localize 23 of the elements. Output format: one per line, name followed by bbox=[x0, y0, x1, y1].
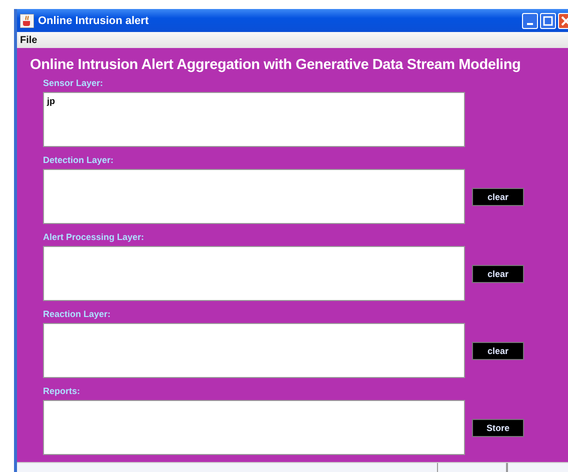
field-label: Sensor Layer: bbox=[43, 78, 104, 89]
text-area[interactable]: jp bbox=[43, 92, 465, 147]
minimize-icon bbox=[527, 22, 533, 24]
field-label: Detection Layer: bbox=[43, 155, 115, 166]
minimize-button[interactable] bbox=[522, 12, 538, 28]
action-button[interactable]: Store bbox=[472, 418, 524, 436]
action-button[interactable]: clear bbox=[472, 342, 524, 360]
text-area[interactable] bbox=[43, 400, 465, 455]
window-title: Online Intrusion alert bbox=[38, 14, 149, 26]
action-button[interactable]: clear bbox=[472, 188, 524, 206]
coffee-cup-icon bbox=[20, 14, 34, 28]
heading: Online Intrusion Alert Aggregation with Generative Data Stream Modeling bbox=[30, 56, 522, 74]
field-label: Reaction Layer: bbox=[43, 309, 112, 320]
field-label: Alert Processing Layer: bbox=[43, 232, 146, 243]
action-button[interactable]: clear bbox=[472, 264, 524, 282]
field-label: Reports: bbox=[43, 386, 82, 397]
text-area[interactable] bbox=[43, 169, 465, 224]
close-icon bbox=[561, 16, 568, 26]
text-area[interactable] bbox=[43, 246, 465, 301]
menu-item[interactable]: File bbox=[20, 34, 38, 46]
maximize-button[interactable] bbox=[540, 12, 556, 28]
maximize-icon bbox=[543, 16, 553, 26]
text-area[interactable] bbox=[43, 323, 465, 378]
